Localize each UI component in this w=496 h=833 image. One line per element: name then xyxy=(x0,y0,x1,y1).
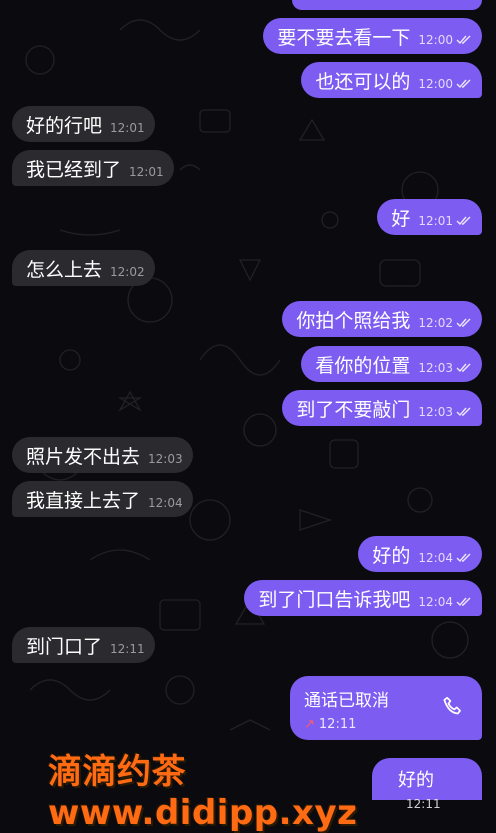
message-text: 照片发不出去 xyxy=(26,445,141,468)
message-bubble-outgoing[interactable]: 好 12:01 xyxy=(377,199,482,235)
message-text: 到了门口告诉我吧 xyxy=(258,588,411,611)
read-checkmarks-icon xyxy=(456,35,471,45)
message-time: 12:03 xyxy=(418,405,453,419)
call-bubble[interactable]: 通话已取消 ↗ 12:11 xyxy=(290,676,482,740)
message-bubble-incoming[interactable]: 到门口了 12:11 xyxy=(12,627,155,663)
message-bubble-outgoing[interactable]: 好的 12:04 xyxy=(358,536,482,572)
message-bubble-outgoing[interactable]: 也还可以的 12:00 xyxy=(301,62,482,98)
message-bubble-incoming[interactable]: 我已经到了 12:01 xyxy=(12,150,174,186)
message-bubble-partial xyxy=(292,0,482,10)
read-checkmarks-icon xyxy=(456,216,471,226)
message-text: 到了不要敲门 xyxy=(296,398,411,421)
message-time: 12:03 xyxy=(418,361,453,375)
message-text: 你拍个照给我 xyxy=(296,309,411,332)
message-time: 12:04 xyxy=(148,496,183,510)
message-text: 好的 xyxy=(372,544,411,567)
watermark: 滴滴约茶 www.didipp.xyz xyxy=(48,752,358,833)
message-time: 12:11 xyxy=(110,642,145,656)
message-bubble-outgoing[interactable]: 你拍个照给我 12:02 xyxy=(282,301,482,337)
message-time: 12:00 xyxy=(418,77,453,91)
message-time: 12:03 xyxy=(148,452,183,466)
message-text: 看你的位置 xyxy=(315,354,411,377)
read-checkmarks-icon xyxy=(456,318,471,328)
read-checkmarks-icon xyxy=(456,553,471,563)
read-checkmarks-icon xyxy=(456,407,471,417)
message-time: 12:01 xyxy=(418,214,453,228)
message-text: 好 xyxy=(391,207,411,230)
message-bubble-outgoing[interactable]: 要不要去看一下 12:00 xyxy=(263,18,482,54)
message-bubble-incoming[interactable]: 怎么上去 12:02 xyxy=(12,250,155,286)
message-time: 12:01 xyxy=(110,121,145,135)
call-time: 12:11 xyxy=(318,717,357,732)
message-bubble-outgoing[interactable]: 到了门口告诉我吧 12:04 xyxy=(244,580,482,616)
phone-icon[interactable] xyxy=(440,694,466,720)
message-text: 也还可以的 xyxy=(315,70,411,93)
message-time: 12:02 xyxy=(110,265,145,279)
message-time: 12:02 xyxy=(418,316,453,330)
message-text: 好的行吧 xyxy=(26,114,103,137)
message-bubble-incoming[interactable]: 我直接上去了 12:04 xyxy=(12,481,193,517)
message-text: 我已经到了 xyxy=(26,158,122,181)
message-time: 12:01 xyxy=(129,165,164,179)
message-text: 要不要去看一下 xyxy=(277,26,411,49)
message-bubble-incoming[interactable]: 照片发不出去 12:03 xyxy=(12,437,193,473)
message-text: 怎么上去 xyxy=(26,258,103,281)
message-bubble-outgoing[interactable]: 到了不要敲门 12:03 xyxy=(282,390,482,426)
read-checkmarks-icon xyxy=(456,363,471,373)
outgoing-arrow-icon: ↗ xyxy=(304,717,315,732)
chat-thread[interactable]: 要不要去看一下 12:00 也还可以的 12:00 好的行吧 12:01 我已经到了 12:0… xyxy=(0,0,496,811)
message-bubble-incoming[interactable]: 好的行吧 12:01 xyxy=(12,106,155,142)
read-checkmarks-icon xyxy=(456,79,471,89)
message-text: 我直接上去了 xyxy=(26,489,141,512)
message-text: 到门口了 xyxy=(26,635,103,658)
message-time: 12:00 xyxy=(418,33,453,47)
message-time: 12:04 xyxy=(418,551,453,565)
read-checkmarks-icon xyxy=(456,597,471,607)
message-bubble-outgoing[interactable]: 看你的位置 12:03 xyxy=(301,346,482,382)
message-time: 12:04 xyxy=(418,595,453,609)
